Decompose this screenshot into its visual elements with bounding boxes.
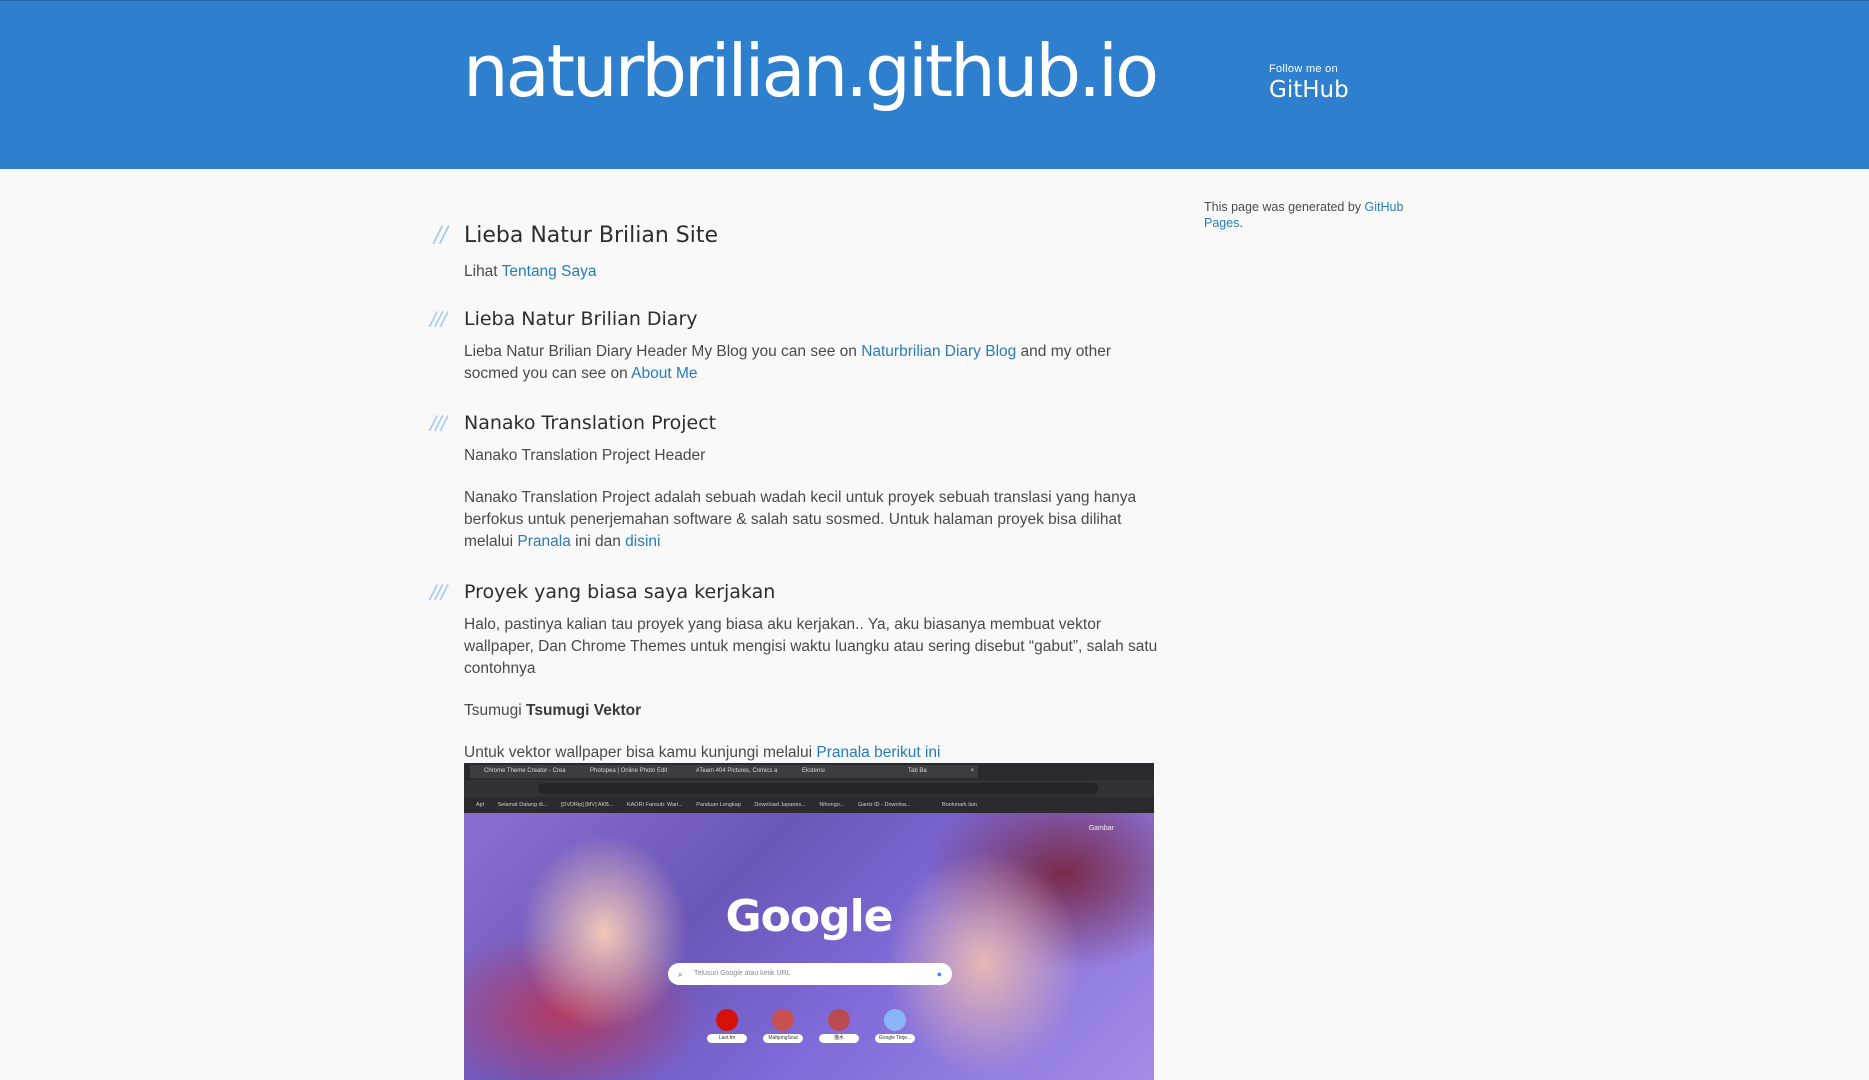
bookmark-item: Selamat Datang di...: [497, 802, 548, 808]
paragraph: Nanako Translation Project adalah sebuah…: [464, 487, 1164, 553]
section-title: // Lieba Natur Brilian Site: [434, 221, 1204, 251]
shortcut-label: Google Terje...: [875, 1034, 915, 1043]
section-title-text: Lieba Natur Brilian Diary: [464, 308, 698, 330]
heading-slashes: //: [434, 223, 448, 248]
section-title: /// Nanako Translation Project: [430, 409, 1204, 437]
paragraph-text: Tsumugi: [464, 702, 527, 719]
paragraph: Nanako Translation Project Header: [464, 447, 706, 464]
browser-tab: Chrome Theme Creator - Crea×: [470, 765, 588, 778]
section-title-text: Nanako Translation Project: [464, 412, 717, 434]
heading-slashes: ///: [430, 581, 447, 603]
follow-github-link[interactable]: Follow me on GitHub: [1269, 63, 1349, 103]
shortcut-label: MahjongSoul: [763, 1034, 803, 1043]
bookmark-item: Nihongo...: [819, 802, 845, 808]
sidebar-suffix: .: [1239, 216, 1243, 230]
site-title[interactable]: naturbrilian.github.io: [463, 29, 1159, 113]
shortcut-label: 猫水: [819, 1034, 859, 1043]
bookmark-item: [DVDRip] [MV] AKB...: [560, 802, 614, 808]
shortcut-tile: Google Terje...: [875, 1009, 915, 1043]
google-search-box: ⌕ Telusuri Google atau ketik URL ●: [668, 963, 952, 985]
anime-wallpaper-image: [464, 813, 1154, 1080]
google-logo: Google: [725, 891, 894, 942]
disini-link[interactable]: disini: [625, 533, 660, 550]
bookmark-item: Download Japanes...: [754, 802, 806, 808]
heading-slashes: ///: [430, 412, 447, 434]
chrome-theme-screenshot: Chrome Theme Creator - Crea× Photopea | …: [464, 763, 1154, 1080]
section-site: // Lieba Natur Brilian Site Lihat Tentan…: [432, 221, 1204, 283]
paragraph-text: ini dan: [570, 533, 626, 550]
tentang-saya-link[interactable]: Tentang Saya: [502, 263, 597, 280]
follow-small-text: Follow me on: [1269, 63, 1339, 75]
section-title-text: Proyek yang biasa saya kerjakan: [464, 581, 776, 603]
github-text: GitHub: [1269, 77, 1349, 103]
browser-tab: #Team 404 Pictures, Comics a×: [682, 765, 800, 778]
sidebar-text: This page was generated by: [1204, 200, 1365, 214]
shortcut-tile: Last.fm: [707, 1009, 747, 1043]
pranala-berikut-link[interactable]: Pranala berikut ini: [816, 744, 940, 761]
section-title: /// Proyek yang biasa saya kerjakan: [430, 578, 1204, 606]
mic-icon: ●: [936, 969, 942, 979]
heading-slashes: ///: [430, 308, 447, 330]
bookmark-item: Panduan Lengkap: [696, 802, 741, 808]
bookmark-item: Gantz ID - Downloa...: [857, 802, 911, 808]
bookmark-item: Apl: [476, 802, 484, 808]
diary-blog-link[interactable]: Naturbrilian Diary Blog: [861, 343, 1016, 360]
paragraph: Lihat Tentang Saya: [464, 261, 1204, 283]
search-icon: ⌕: [678, 969, 684, 979]
bookmark-item: Bookmark lain: [942, 802, 977, 808]
sidebar: This page was generated by GitHub Pages.: [1204, 199, 1414, 231]
browser-tabbar: Chrome Theme Creator - Crea× Photopea | …: [464, 763, 1154, 780]
section-diary: /// Lieba Natur Brilian Diary Lieba Natu…: [430, 305, 1204, 385]
browser-tab: Tab Ba ×: [894, 765, 978, 778]
shortcut-tile: MahjongSoul: [763, 1009, 803, 1043]
bookmark-item: KAORI Fansub: Wari...: [626, 802, 683, 808]
browser-omnibox: [538, 783, 1098, 794]
browser-tab: Ekstensi×: [788, 765, 906, 778]
section-title-text: Lieba Natur Brilian Site: [464, 223, 719, 248]
paragraph: Tsumugi Tsumugi Vektor: [464, 700, 1204, 722]
browser-bookmarks-bar: Apl Selamat Datang di... [DVDRip] [MV] A…: [464, 797, 1154, 813]
pranala-link[interactable]: Pranala: [517, 533, 570, 550]
search-placeholder: Telusuri Google atau ketik URL: [694, 970, 791, 977]
section-title: /// Lieba Natur Brilian Diary: [430, 305, 1204, 333]
tsumugi-vektor-bold: Tsumugi Vektor: [526, 702, 642, 719]
gambar-link: Gambar: [1088, 825, 1114, 832]
paragraph: Halo, pastinya kalian tau proyek yang bi…: [464, 616, 1158, 677]
shortcut-label: Last.fm: [707, 1034, 747, 1043]
paragraph: Untuk vektor wallpaper bisa kamu kunjung…: [464, 742, 1204, 764]
about-me-link[interactable]: About Me: [631, 365, 697, 382]
paragraph-text: Lieba Natur Brilian Diary Header My Blog…: [464, 343, 862, 360]
site-header: naturbrilian.github.io Follow me on GitH…: [0, 0, 1869, 169]
paragraph: Lieba Natur Brilian Diary Header My Blog…: [464, 341, 1164, 385]
section-proyek: /// Proyek yang biasa saya kerjakan Halo…: [430, 578, 1204, 764]
browser-tab: Photopea | Online Photo Edit×: [576, 765, 694, 778]
paragraph-text: Untuk vektor wallpaper bisa kamu kunjung…: [464, 744, 817, 761]
section-nanako: /// Nanako Translation Project Nanako Tr…: [430, 409, 1204, 553]
paragraph-text: Lihat: [464, 263, 502, 280]
shortcut-tile: 猫水: [819, 1009, 859, 1043]
